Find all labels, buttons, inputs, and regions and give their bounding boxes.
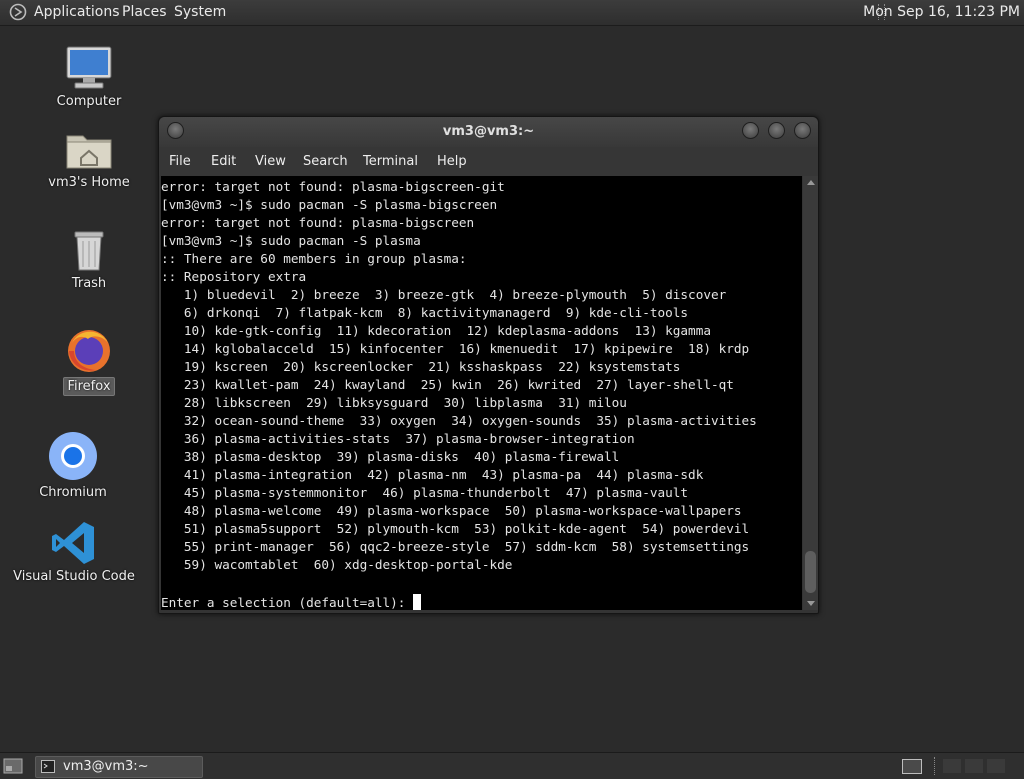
scroll-down-arrow-icon[interactable]	[807, 601, 815, 606]
terminal-line: 1) bluedevil 2) breeze 3) breeze-gtk 4) …	[161, 287, 727, 302]
taskbar-item-terminal[interactable]: vm3@vm3:~	[35, 756, 203, 778]
terminal-line: 41) plasma-integration 42) plasma-nm 43)…	[161, 467, 704, 482]
terminal-line: 55) print-manager 56) qqc2-breeze-style …	[161, 539, 750, 554]
bottom-panel: vm3@vm3:~	[0, 752, 1024, 779]
terminal-line: :: There are 60 members in group plasma:	[161, 251, 467, 266]
home-folder-icon	[66, 135, 112, 169]
terminal-icon	[41, 760, 55, 773]
clock[interactable]: Mon Sep 16, 11:23 PM	[863, 3, 1020, 22]
top-panel: Applications Places System Mon Sep 16, 1…	[0, 0, 1024, 26]
places-menu[interactable]: Places	[122, 3, 167, 22]
vscode-icon	[52, 522, 94, 564]
terminal-line: 32) ocean-sound-theme 33) oxygen 34) oxy…	[161, 413, 757, 428]
terminal-scrollbar[interactable]	[803, 176, 818, 610]
terminal-line: 6) drkonqi 7) flatpak-kcm 8) kactivityma…	[161, 305, 689, 320]
workspace-switcher[interactable]	[902, 759, 922, 774]
terminal-line: 59) wacomtablet 60) xdg-desktop-portal-k…	[161, 557, 513, 572]
scrollbar-thumb[interactable]	[805, 551, 816, 593]
terminal-line: [vm3@vm3 ~]$ sudo pacman -S plasma	[161, 233, 421, 248]
menu-edit[interactable]: Edit	[211, 154, 236, 169]
desktop-icon-firefox[interactable]: Firefox	[24, 325, 154, 396]
terminal-text: error: target not found: plasma-bigscree…	[161, 176, 802, 592]
desktop-icon-label: Trash	[71, 276, 107, 291]
system-menu[interactable]: System	[174, 3, 226, 22]
menu-help[interactable]: Help	[437, 154, 467, 169]
close-button[interactable]	[794, 122, 811, 139]
minimize-button[interactable]	[742, 122, 759, 139]
chromium-icon	[49, 432, 97, 480]
trash-icon	[74, 231, 104, 271]
desktop-icon-computer[interactable]: Computer	[24, 45, 154, 110]
desktop-icon-trash[interactable]: Trash	[24, 229, 154, 292]
show-desktop-icon[interactable]	[3, 757, 23, 775]
terminal-line: 23) kwallet-pam 24) kwayland 25) kwin 26…	[161, 377, 734, 392]
terminal-menubar: File Edit View Search Terminal Help	[159, 147, 818, 176]
workspace-2[interactable]	[943, 759, 961, 773]
terminal-line: :: Repository extra	[161, 269, 307, 284]
desktop-icon-vscode[interactable]: Visual Studio Code	[9, 520, 139, 585]
terminal-line: error: target not found: plasma-bigscree…	[161, 215, 475, 230]
terminal-line: 38) plasma-desktop 39) plasma-disks 40) …	[161, 449, 620, 464]
terminal-line: error: target not found: plasma-bigscree…	[161, 179, 505, 194]
text-cursor	[413, 594, 422, 610]
menu-file[interactable]: File	[169, 154, 191, 169]
window-titlebar[interactable]: vm3@vm3:~	[159, 117, 818, 147]
desktop-icon-label: Computer	[56, 94, 122, 109]
menu-terminal[interactable]: Terminal	[363, 154, 418, 169]
workspace-4[interactable]	[987, 759, 1005, 773]
desktop-icon-home[interactable]: vm3's Home	[24, 128, 154, 191]
terminal-prompt: Enter a selection (default=all):	[161, 595, 414, 610]
menu-search[interactable]: Search	[303, 154, 348, 169]
workspace-3[interactable]	[965, 759, 983, 773]
firefox-icon	[68, 330, 110, 372]
terminal-line: 28) libkscreen 29) libksysguard 30) libp…	[161, 395, 627, 410]
terminal-line: 48) plasma-welcome 49) plasma-workspace …	[161, 503, 742, 518]
window-title: vm3@vm3:~	[442, 124, 535, 139]
applications-menu[interactable]: Applications	[34, 3, 120, 22]
desktop-icon-label: Firefox	[63, 377, 115, 396]
gnome-foot-logo-icon[interactable]	[9, 3, 27, 21]
panel-separator	[934, 757, 935, 775]
terminal-line: 36) plasma-activities-stats 37) plasma-b…	[161, 431, 635, 446]
taskbar-item-label: vm3@vm3:~	[63, 759, 149, 774]
terminal-line: 19) kscreen 20) kscreenlocker 21) ksshas…	[161, 359, 681, 374]
desktop-icon-label: Visual Studio Code	[13, 569, 135, 584]
desktop-icon-label: vm3's Home	[48, 175, 130, 190]
terminal-window[interactable]: vm3@vm3:~ File Edit View Search Terminal…	[158, 116, 819, 614]
terminal-line: 45) plasma-systemmonitor 46) plasma-thun…	[161, 485, 689, 500]
terminal-output[interactable]: error: target not found: plasma-bigscree…	[161, 176, 802, 610]
terminal-line: 51) plasma5support 52) plymouth-kcm 53) …	[161, 521, 750, 536]
terminal-line: 10) kde-gtk-config 11) kdecoration 12) k…	[161, 323, 711, 338]
terminal-line: [vm3@vm3 ~]$ sudo pacman -S plasma-bigsc…	[161, 197, 498, 212]
scroll-up-arrow-icon[interactable]	[807, 180, 815, 185]
maximize-button[interactable]	[768, 122, 785, 139]
menu-view[interactable]: View	[255, 154, 286, 169]
desktop-icon-chromium[interactable]: Chromium	[8, 430, 138, 501]
terminal-line: 14) kglobalacceld 15) kinfocenter 16) km…	[161, 341, 750, 356]
desktop-icon-label: Chromium	[39, 485, 107, 500]
computer-icon	[66, 46, 112, 89]
